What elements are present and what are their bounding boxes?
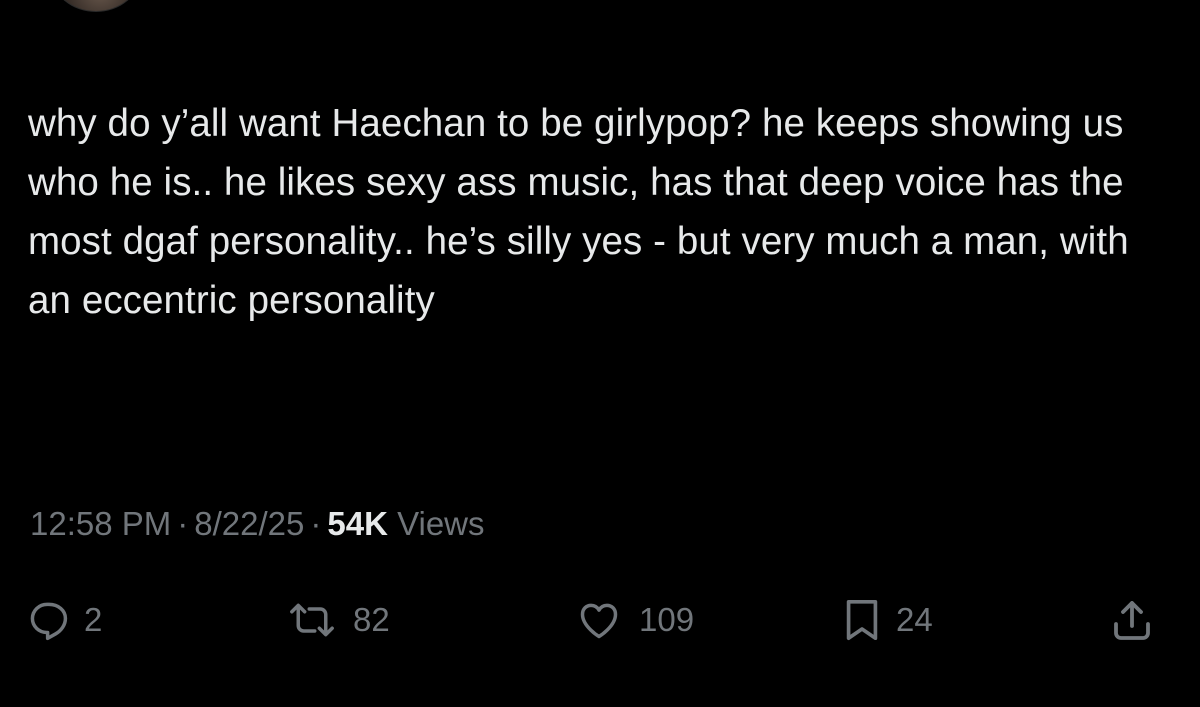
views-count: 54K [327, 505, 388, 542]
avatar[interactable] [52, 0, 140, 12]
reply-count: 2 [84, 601, 103, 638]
reply-icon [26, 598, 70, 642]
tweet-meta: 12:58 PM · 8/22/25 · 54K Views [30, 504, 485, 544]
bookmark-count: 24 [896, 601, 933, 638]
share-icon [1108, 596, 1156, 644]
bookmark-button[interactable]: 24 [842, 592, 933, 648]
action-bar: 2 82 109 24 [0, 592, 1200, 648]
heart-icon [573, 598, 625, 642]
share-button[interactable] [1108, 592, 1156, 648]
tweet-text: why do y’all want Haechan to be girlypop… [28, 102, 1129, 322]
tweet-date[interactable]: 8/22/25 [194, 505, 304, 542]
meta-separator: · [310, 505, 322, 542]
views-label: Views [397, 505, 485, 542]
like-count: 109 [639, 601, 695, 638]
repost-icon [285, 598, 339, 642]
bookmark-icon [842, 597, 882, 643]
repost-count: 82 [353, 601, 390, 638]
repost-button[interactable]: 82 [285, 592, 390, 648]
reply-button[interactable]: 2 [26, 592, 102, 648]
meta-separator: · [177, 505, 189, 542]
tweet-time[interactable]: 12:58 PM [30, 505, 171, 542]
like-button[interactable]: 109 [573, 592, 694, 648]
